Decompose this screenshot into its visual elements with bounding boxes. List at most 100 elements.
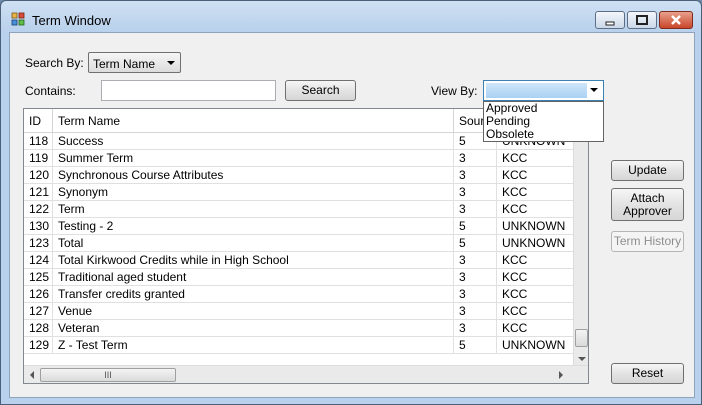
table-cell: 5 [454,218,497,235]
table-cell: Traditional aged student [53,269,454,286]
table-cell: 3 [454,201,497,218]
table-cell: 3 [454,184,497,201]
table-cell: KCC [497,150,575,167]
table-cell: 3 [454,167,497,184]
maximize-icon [636,15,648,25]
table-cell: 118 [24,133,53,150]
table-row[interactable]: 128 Veteran 3 KCC [24,320,588,337]
table-cell: 3 [454,303,497,320]
term-window: Term Window Search By: Term Name Contain… [0,0,702,405]
table-cell: Synonym [53,184,454,201]
view-by-combo[interactable] [483,80,604,101]
view-by-label: View By: [431,84,478,98]
table-row[interactable]: 121Synonym3KCC5 [24,184,588,201]
search-by-value: Term Name [93,57,156,71]
close-icon [671,15,681,25]
table-cell: 119 [24,150,53,167]
table-cell: 124 [24,252,53,269]
table-row[interactable]: 119Summer Term3KCCS [24,150,588,167]
vertical-scroll-thumb[interactable] [575,329,588,347]
chevron-down-icon [167,61,175,65]
update-button[interactable]: Update [611,160,684,181]
table-cell: Transfer credits granted [53,286,454,303]
table-cell: 3 [454,320,497,337]
maximize-button[interactable] [627,11,657,29]
view-by-selection [486,83,587,98]
table-cell: Success [53,133,454,150]
table-cell: 125 [24,269,53,286]
table-cell: 3 [454,252,497,269]
horizontal-scroll-thumb[interactable]: III [40,368,176,382]
table-cell: KCC [497,269,575,286]
table-row[interactable]: 120 Synchronous Course Attributes 3 KCC [24,167,588,184]
scroll-down-icon[interactable] [577,355,587,363]
contains-input[interactable] [101,80,276,101]
table-cell: 3 [454,269,497,286]
table-cell: 126 [24,286,53,303]
vertical-scrollbar[interactable] [573,131,588,365]
horizontal-scrollbar[interactable]: III [24,365,588,383]
close-button[interactable] [659,11,693,29]
table-cell: 3 [454,286,497,303]
view-by-dropdown[interactable]: Approved Pending Obsolete [483,101,604,142]
search-by-label: Search By: [25,56,84,70]
table-row[interactable]: 126 Transfer credits granted 3 KCC [24,286,588,303]
table-cell: Total [53,235,454,252]
table-cell: UNKNOWN [497,218,575,235]
table-row[interactable]: 130Testing - 25UNKNOWNF [24,218,588,235]
table-row[interactable]: 125 Traditional aged student 3 KCC [24,269,588,286]
scroll-left-icon[interactable] [28,370,36,380]
term-history-button: Term History [611,231,684,252]
minimize-icon [605,21,615,26]
table-cell: KCC [497,252,575,269]
table-cell: 128 [24,320,53,337]
table-cell: 5 [454,235,497,252]
table-cell: Z - Test Term [53,337,454,354]
contains-label: Contains: [25,84,76,98]
table-cell: UNKNOWN [497,337,575,354]
table-cell: Synchronous Course Attributes [53,167,454,184]
table-row[interactable]: 129Z - Test Term5UNKNOWN- [24,337,588,354]
view-by-option-obsolete[interactable]: Obsolete [484,128,603,141]
term-grid[interactable]: ID Term Name Source 118Success5UNKNOWN11… [23,108,589,384]
table-cell: KCC [497,303,575,320]
table-cell: 5 [454,337,497,354]
table-cell: 130 [24,218,53,235]
search-button[interactable]: Search [285,80,356,101]
table-cell: Venue [53,303,454,320]
column-header-term-name[interactable]: Term Name [53,109,454,133]
reset-button[interactable]: Reset [611,363,684,384]
table-cell: UNKNOWN [497,235,575,252]
table-cell: KCC [497,286,575,303]
table-cell: 120 [24,167,53,184]
table-cell: Veteran [53,320,454,337]
table-cell: KCC [497,320,575,337]
column-header-id[interactable]: ID [24,109,53,133]
table-cell: Summer Term [53,150,454,167]
table-cell: 122 [24,201,53,218]
table-cell: 121 [24,184,53,201]
table-row[interactable]: 127Venue3KCCi [24,303,588,320]
table-cell: KCC [497,167,575,184]
window-title: Term Window [32,13,111,28]
table-cell: Total Kirkwood Credits while in High Sch… [53,252,454,269]
table-cell: KCC [497,201,575,218]
client-area: Search By: Term Name Contains: Search Vi… [9,32,695,398]
table-cell: 129 [24,337,53,354]
app-icon [11,12,25,26]
table-cell: 127 [24,303,53,320]
table-cell: Term [53,201,454,218]
table-row[interactable]: 123 Total 5 UNKNOWN [24,235,588,252]
table-cell: 123 [24,235,53,252]
attach-approver-button[interactable]: Attach Approver [611,188,684,221]
title-bar[interactable]: Term Window [1,1,701,35]
table-cell: KCC [497,184,575,201]
table-cell: 3 [454,150,497,167]
scroll-right-icon[interactable] [557,370,565,380]
table-row[interactable]: 122Term3KCCF [24,201,588,218]
table-cell: Testing - 2 [53,218,454,235]
table-row[interactable]: 124 Total Kirkwood Credits while in High … [24,252,588,269]
search-by-combo[interactable]: Term Name [88,52,181,73]
chevron-down-icon [590,88,598,92]
minimize-button[interactable] [595,11,625,29]
